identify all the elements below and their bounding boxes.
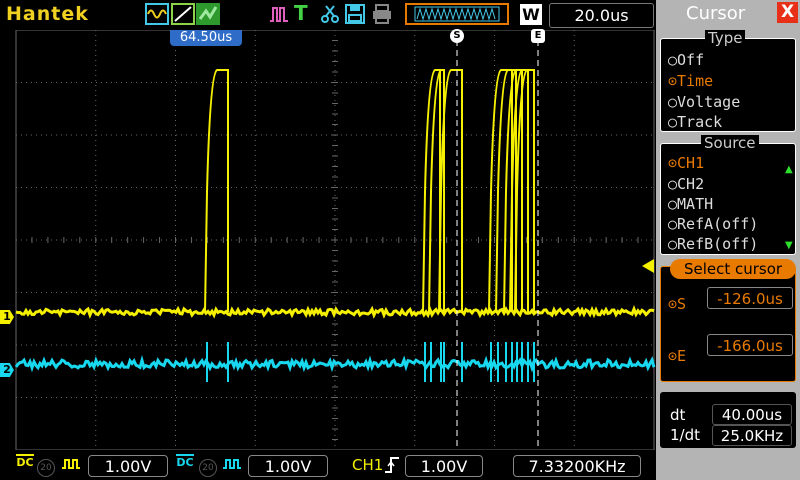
trigger-level[interactable]: 1.00V bbox=[405, 455, 483, 477]
scroll-down-icon[interactable]: ▼ bbox=[785, 240, 793, 251]
cursor-e-option[interactable]: ⊙E bbox=[668, 347, 686, 365]
cursor-e-value[interactable]: -166.0us bbox=[707, 334, 793, 356]
cursor-panel: Cursor X Type ○Off ⊙Time ○Voltage ○Track… bbox=[656, 0, 800, 480]
ch1-pulse bbox=[515, 70, 534, 312]
inv-dt-value: 25.0KHz bbox=[712, 425, 792, 446]
ch1-pulse bbox=[439, 70, 462, 312]
source-option-refa-label: RefA(off) bbox=[677, 215, 758, 233]
ramp-icon[interactable] bbox=[171, 3, 195, 25]
memory-timeline[interactable] bbox=[405, 3, 509, 25]
scissors-icon[interactable] bbox=[318, 3, 342, 25]
ch1-coupling-text: DC bbox=[16, 456, 33, 469]
source-option-math-label: MATH bbox=[677, 195, 713, 213]
type-option-track[interactable]: ○Track bbox=[668, 113, 722, 131]
ch1-bandwidth-limit-icon[interactable]: 20 bbox=[37, 456, 55, 477]
source-option-ch1-label: CH1 bbox=[677, 154, 704, 172]
ch2-marker-text: 2 bbox=[3, 363, 11, 376]
trigger-level-marker[interactable] bbox=[642, 259, 654, 273]
inv-dt-label: 1/dt bbox=[670, 426, 700, 444]
cursor-s-label: S bbox=[677, 295, 686, 313]
ch1-pulse bbox=[489, 70, 512, 312]
brand-logo: Hantek bbox=[6, 3, 89, 25]
cursor-s-value[interactable]: -126.0us bbox=[707, 287, 793, 309]
top-toolbar: Hantek T W 20.0us bbox=[0, 0, 656, 29]
type-group-label: Type bbox=[705, 30, 745, 46]
type-option-off-label: Off bbox=[677, 51, 704, 69]
select-cursor-button[interactable]: Select cursor bbox=[670, 259, 796, 279]
type-option-voltage[interactable]: ○Voltage bbox=[668, 93, 740, 111]
source-group: Source ⊙CH1 ○CH2 ○MATH ○RefA(off) ○RefB(… bbox=[660, 143, 796, 255]
wave-mode-button[interactable]: W bbox=[520, 4, 542, 25]
ch1-coupling-icon[interactable]: DC bbox=[16, 454, 34, 478]
cursor-position-text: 64.50us bbox=[180, 30, 232, 45]
ch1-pulse bbox=[205, 70, 228, 312]
type-option-off[interactable]: ○Off bbox=[668, 51, 704, 69]
ch2-coupling-icon[interactable]: DC bbox=[176, 454, 194, 478]
source-option-refb-label: RefB(off) bbox=[677, 235, 758, 253]
close-button[interactable]: X bbox=[777, 2, 798, 23]
trigger-source[interactable]: CH1 bbox=[352, 456, 383, 474]
ch2-baseline bbox=[16, 360, 654, 368]
type-option-track-label: Track bbox=[677, 113, 722, 131]
ch1-invert-icon[interactable] bbox=[61, 456, 81, 476]
source-option-refa[interactable]: ○RefA(off) bbox=[668, 215, 758, 233]
dt-label: dt bbox=[670, 406, 685, 424]
end-cursor-marker: E bbox=[531, 29, 545, 43]
cursor-s-option[interactable]: ⊙S bbox=[668, 295, 686, 313]
ch2-bandwidth-limit-icon[interactable]: 20 bbox=[199, 456, 217, 477]
timebase-display[interactable]: 20.0us bbox=[549, 3, 654, 28]
pulse-icon[interactable] bbox=[268, 3, 292, 25]
type-option-time-label: Time bbox=[677, 72, 713, 90]
cursor-e-label: E bbox=[677, 347, 686, 365]
select-cursor-group: ⊙S -126.0us ⊙E -166.0us bbox=[660, 266, 796, 382]
ch2-scale[interactable]: 1.00V bbox=[248, 455, 328, 477]
print-icon[interactable] bbox=[370, 3, 394, 25]
delta-readout: dt 40.00us 1/dt 25.0KHz bbox=[660, 392, 796, 448]
type-option-voltage-label: Voltage bbox=[677, 93, 740, 111]
type-option-time[interactable]: ⊙Time bbox=[668, 72, 713, 90]
ch1-bw-text: 20 bbox=[37, 459, 55, 477]
end-marker-text: E bbox=[535, 30, 542, 41]
scroll-up-icon[interactable]: ▲ bbox=[785, 164, 793, 175]
source-option-ch2[interactable]: ○CH2 bbox=[668, 175, 704, 193]
ch1-scale[interactable]: 1.00V bbox=[88, 455, 168, 477]
ch2-bw-text: 20 bbox=[199, 459, 217, 477]
panel-title: Cursor bbox=[686, 3, 745, 24]
ch2-invert-icon[interactable] bbox=[222, 456, 242, 476]
ch1-trace bbox=[16, 70, 654, 315]
type-group: Type ○Off ⊙Time ○Voltage ○Track bbox=[660, 38, 796, 132]
ch2-coupling-text: DC bbox=[176, 456, 193, 469]
trigger-position-marker: S bbox=[450, 29, 464, 43]
graticule bbox=[16, 30, 654, 450]
source-option-math[interactable]: ○MATH bbox=[668, 195, 713, 213]
source-option-ch2-label: CH2 bbox=[677, 175, 704, 193]
dt-value: 40.00us bbox=[712, 404, 792, 425]
waveform-icon[interactable] bbox=[145, 3, 169, 25]
panel-header: Cursor X bbox=[656, 0, 800, 28]
source-group-label: Source bbox=[701, 135, 759, 151]
cursor-position-readout: 64.50us bbox=[170, 30, 242, 46]
ch1-marker-text: 1 bbox=[3, 310, 11, 323]
frequency-counter: 7.33200KHz bbox=[513, 455, 641, 477]
trigger-marker-text: S bbox=[453, 30, 460, 41]
rising-edge-icon[interactable] bbox=[384, 456, 400, 478]
waveform-display[interactable] bbox=[0, 30, 656, 450]
save-icon[interactable] bbox=[344, 3, 368, 25]
source-option-refb[interactable]: ○RefB(off) bbox=[668, 235, 758, 253]
source-option-ch1[interactable]: ⊙CH1 bbox=[668, 154, 704, 172]
ch1-baseline bbox=[16, 309, 654, 315]
trigger-icon[interactable]: T bbox=[294, 3, 318, 25]
persistence-icon[interactable] bbox=[196, 3, 220, 25]
